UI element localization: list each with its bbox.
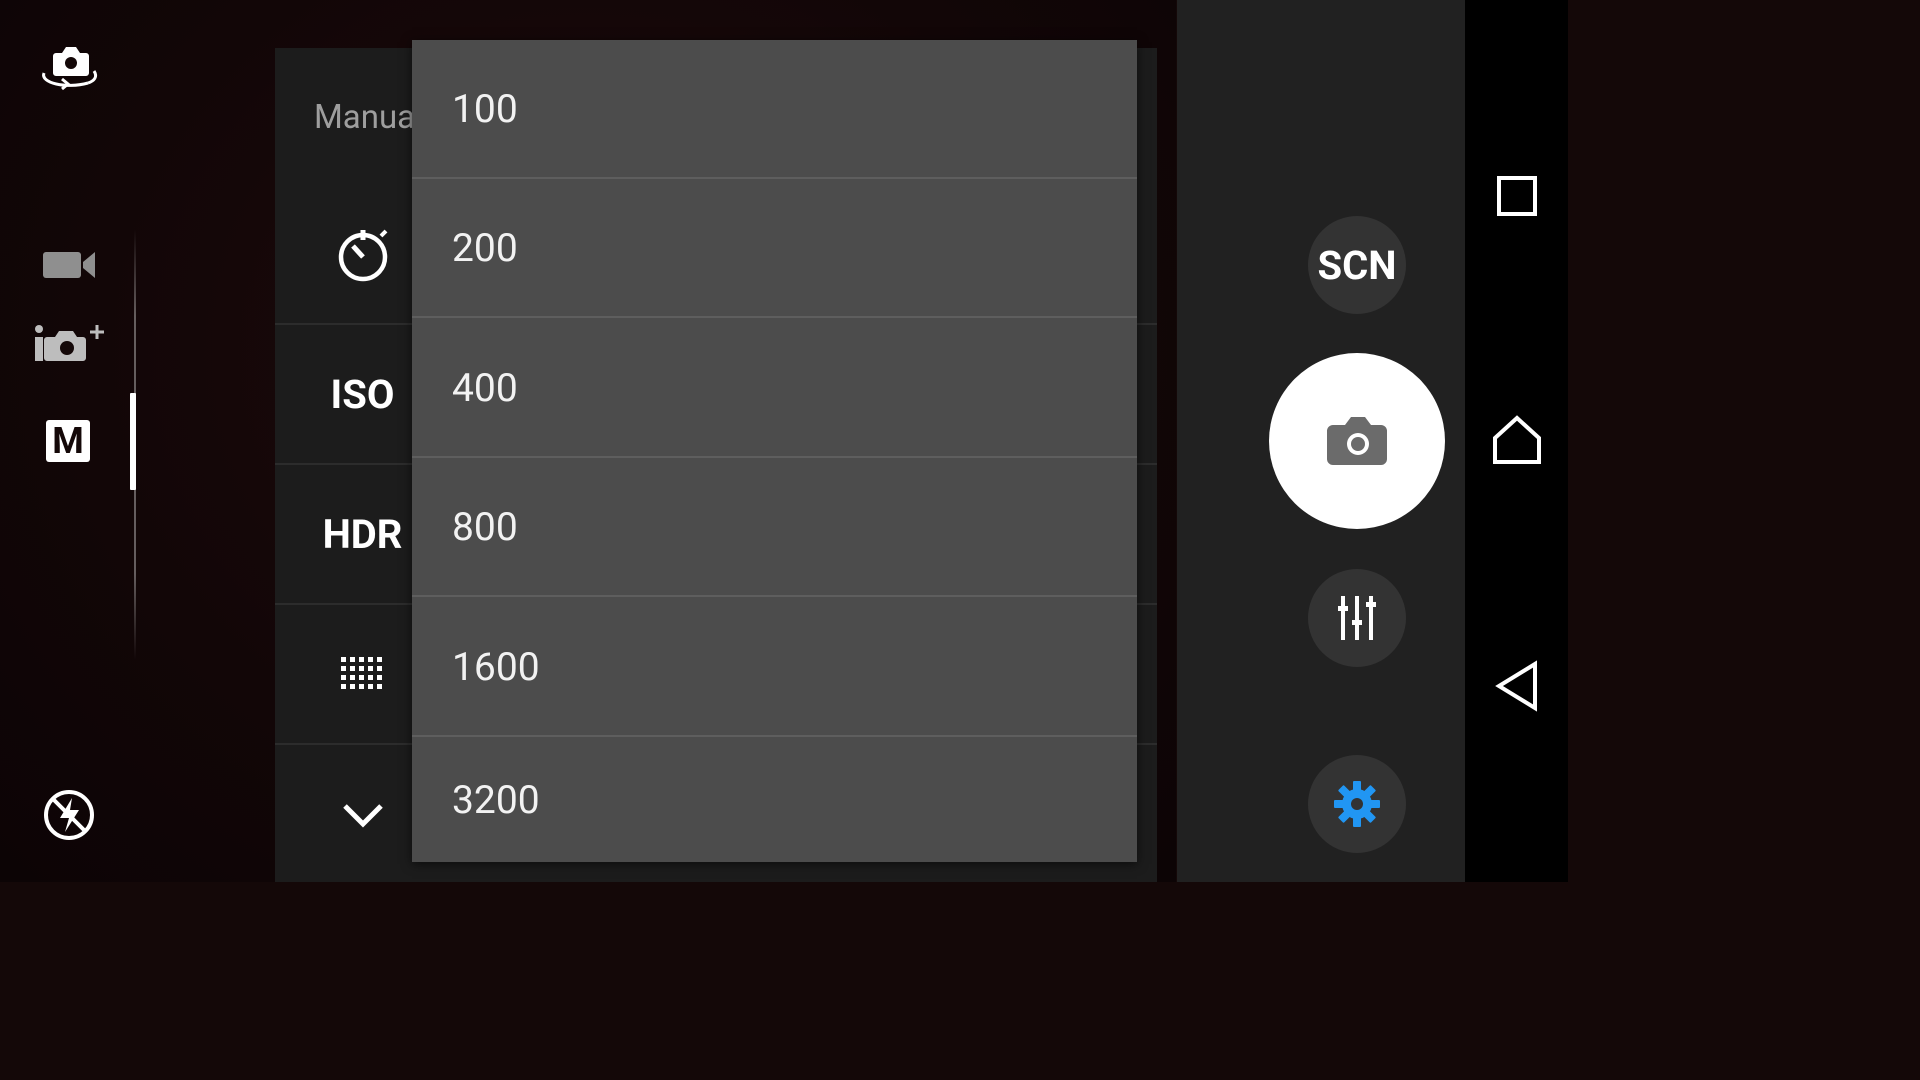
video-mode-icon[interactable] — [36, 244, 102, 286]
shutter-button[interactable] — [1269, 353, 1445, 529]
back-icon — [1494, 660, 1537, 712]
back-button[interactable] — [1465, 636, 1568, 736]
iso-dropdown: 100 200 400 800 1600 3200 — [412, 40, 1137, 862]
hdr-row-label: HDR — [322, 511, 403, 558]
settings-button[interactable] — [1308, 755, 1406, 853]
recents-icon — [1496, 176, 1537, 216]
switch-camera-icon[interactable] — [30, 40, 108, 96]
iso-option-3200[interactable]: 3200 — [412, 737, 1137, 862]
iso-option-400[interactable]: 400 — [412, 319, 1137, 458]
scene-label: SCN — [1317, 241, 1397, 289]
iso-row-label: ISO — [330, 371, 395, 418]
panel-header-label: Manual — [314, 98, 424, 137]
superior-auto-icon[interactable] — [28, 318, 112, 368]
mode-selector-indicator — [130, 393, 136, 490]
gear-icon — [1334, 781, 1380, 827]
camera-shutter-icon — [1327, 417, 1387, 465]
sliders-icon — [1338, 596, 1376, 640]
scene-button[interactable]: SCN — [1308, 216, 1406, 314]
manual-mode-icon[interactable]: M — [44, 418, 92, 464]
iso-option-100[interactable]: 100 — [412, 40, 1137, 179]
iso-option-1600[interactable]: 1600 — [412, 598, 1137, 737]
home-button[interactable] — [1465, 390, 1568, 490]
adjust-button[interactable] — [1308, 569, 1406, 667]
iso-option-200[interactable]: 200 — [412, 179, 1137, 318]
navigation-bar — [1465, 0, 1568, 882]
flash-auto-icon[interactable] — [40, 786, 98, 844]
recents-button[interactable] — [1465, 146, 1568, 246]
camera-controls: SCN — [1177, 0, 1465, 882]
manual-mode-label: M — [52, 420, 84, 462]
home-icon — [1492, 415, 1541, 464]
iso-option-800[interactable]: 800 — [412, 458, 1137, 597]
